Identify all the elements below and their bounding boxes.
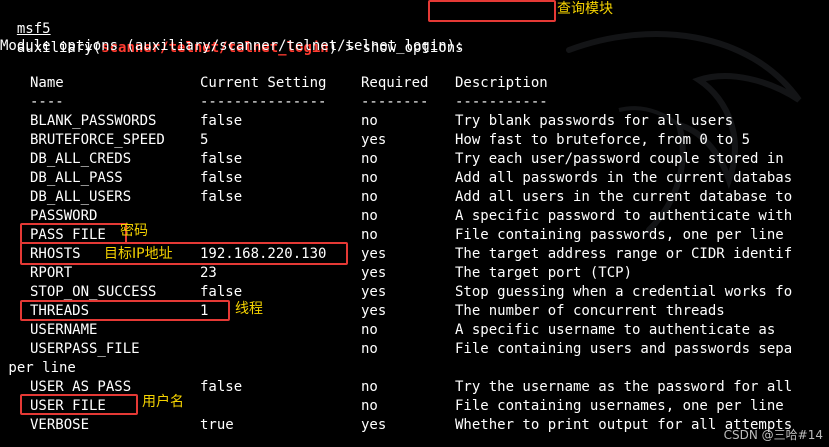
option-name: DB_ALL_PASS — [30, 170, 123, 186]
option-description: Add all passwords in the current databas — [455, 170, 793, 186]
table-row: BRUTEFORCE_SPEED 5 yes How fast to brutefor… — [0, 131, 829, 150]
option-description: How fast to bruteforce, from 0 to 5 — [455, 132, 751, 148]
option-required: yes — [361, 417, 387, 433]
header-separator: ----------- — [455, 94, 548, 110]
option-required: yes — [361, 303, 387, 319]
option-required: no — [361, 398, 378, 414]
option-name: BLANK_PASSWORDS — [30, 113, 157, 129]
option-description: File containing passwords, one per line — [455, 227, 784, 243]
option-current-setting: false — [200, 151, 243, 167]
option-current-setting: true — [200, 417, 234, 433]
option-description: A specific password to authenticate with — [455, 208, 793, 224]
option-required: no — [361, 208, 378, 224]
header-separator: -------- — [361, 94, 429, 110]
option-description: Try blank passwords for all users — [455, 113, 734, 129]
option-current-setting: false — [200, 379, 243, 395]
option-name: BRUTEFORCE_SPEED — [30, 132, 165, 148]
table-header-row: Name Current Setting Required Description — [0, 74, 829, 93]
user-file-highlight-box — [20, 394, 138, 415]
option-description: Stop guessing when a credential works fo — [455, 284, 793, 300]
option-name: USERPASS_FILE — [30, 341, 140, 357]
annotation-rhosts: 目标IP地址 — [104, 246, 173, 262]
header-required: Required — [361, 75, 429, 91]
command-prompt-line: msf5 auxiliary(scanner/telnet/telnet_log… — [0, 1, 464, 56]
module-options-heading: Module options (auxiliary/scanner/telnet… — [0, 38, 464, 54]
option-required: no — [361, 170, 378, 186]
rhosts-highlight-box — [20, 242, 348, 265]
pass-file-highlight-box — [20, 223, 127, 244]
option-current-setting: false — [200, 189, 243, 205]
header-separator: ---- — [30, 94, 64, 110]
header-current-setting: Current Setting — [200, 75, 327, 91]
annotation-user-file: 用户名 — [142, 394, 184, 410]
command-highlight-box — [428, 0, 556, 22]
annotation-pass-file: 密码 — [120, 223, 148, 239]
msf-prompt-prefix: msf5 — [16, 21, 51, 37]
option-current-setting: 5 — [200, 132, 209, 148]
option-required: no — [361, 379, 378, 395]
option-required: no — [361, 227, 378, 243]
csdn-watermark: CSDN @三哈#14 — [723, 428, 823, 442]
header-name: Name — [30, 75, 64, 91]
table-row: DB_ALL_CREDS false no Try each user/passwor… — [0, 150, 829, 169]
annotation-command: 查询模块 — [557, 1, 613, 17]
option-required: no — [361, 151, 378, 167]
threads-highlight-box — [20, 300, 230, 321]
option-name: VERBOSE — [30, 417, 90, 433]
option-required: no — [361, 113, 378, 129]
table-row: USERNAME no A specific username to authent… — [0, 321, 829, 340]
option-name: DB_ALL_USERS — [30, 189, 132, 205]
table-row: USERPASS_FILE no File containing users and… — [0, 340, 829, 359]
option-current-setting: 23 — [200, 265, 217, 281]
option-name: RPORT — [30, 265, 73, 281]
option-current-setting: false — [200, 170, 243, 186]
table-separator-row: ---- --------------- -------- ----------- — [0, 93, 829, 112]
option-description: Try each user/password couple stored in — [455, 151, 784, 167]
option-required: no — [361, 322, 378, 338]
option-description: The target port (TCP) — [455, 265, 633, 281]
option-required: yes — [361, 265, 387, 281]
option-description: File containing usernames, one per line — [455, 398, 784, 414]
option-description: Try the username as the password for all — [455, 379, 793, 395]
table-row: BLANK_PASSWORDS false no Try blank password… — [0, 112, 829, 131]
option-required: no — [361, 189, 378, 205]
option-description: Add all users in the current database to — [455, 189, 793, 205]
table-row: DB_ALL_PASS false no Add all passwords in t… — [0, 169, 829, 188]
option-description: File containing users and passwords sepa — [455, 341, 793, 357]
option-required: no — [361, 341, 378, 357]
annotation-threads: 线程 — [235, 301, 263, 317]
header-separator: --------------- — [200, 94, 327, 110]
option-name: DB_ALL_CREDS — [30, 151, 132, 167]
option-name: USERNAME — [30, 322, 98, 338]
option-description: A specific username to authenticate as — [455, 322, 776, 338]
option-description: The number of concurrent threads — [455, 303, 725, 319]
option-required: yes — [361, 284, 387, 300]
table-row: VERBOSE true yes Whether to print output fo… — [0, 416, 829, 435]
option-required: yes — [361, 246, 387, 262]
option-current-setting: false — [200, 113, 243, 129]
table-row: RPORT 23 yes The target port (TCP) — [0, 264, 829, 283]
header-description: Description — [455, 75, 548, 91]
wrapped-description-line: per line — [0, 360, 76, 376]
option-description: The target address range or CIDR identif — [455, 246, 793, 262]
table-row: DB_ALL_USERS false no Add all users in the … — [0, 188, 829, 207]
option-required: yes — [361, 132, 387, 148]
